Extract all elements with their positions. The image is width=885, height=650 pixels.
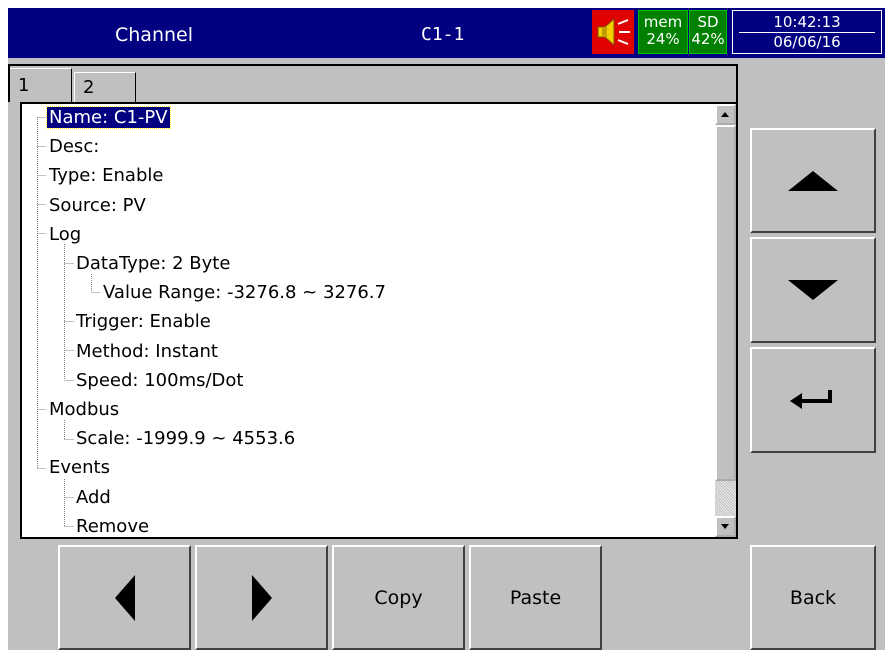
- tree-item[interactable]: Modbus: [47, 397, 121, 423]
- tree-item[interactable]: Method: Instant: [74, 339, 220, 365]
- tree-item-label: Speed: 100ms/Dot: [76, 369, 244, 391]
- memory-status: mem 24%: [638, 10, 688, 54]
- speaker-alarm-icon[interactable]: [592, 10, 634, 54]
- up-button[interactable]: [750, 128, 876, 233]
- tree-item[interactable]: Type: Enable: [47, 163, 165, 189]
- triangle-up-icon: [788, 170, 838, 191]
- triangle-right-icon: [251, 574, 272, 621]
- sd-label: SD: [697, 13, 719, 31]
- copy-button[interactable]: Copy: [332, 545, 465, 650]
- tree-item[interactable]: DataType: 2 Byte: [74, 251, 232, 277]
- clock: 10:42:13 06/06/16: [732, 10, 882, 54]
- scroll-thumb[interactable]: [715, 125, 736, 481]
- scroll-down-arrow-icon[interactable]: [715, 516, 736, 537]
- tab-2[interactable]: 2: [74, 72, 136, 102]
- tree-item[interactable]: Remove: [74, 514, 151, 537]
- header-bar: Channel C1-1 mem 24% SD 42% 10:42:13 06/…: [8, 8, 885, 58]
- tree-item[interactable]: Name: C1-PV: [46, 105, 171, 131]
- enter-arrow-icon: [790, 390, 832, 409]
- app-window: Channel C1-1 mem 24% SD 42% 10:42:13 06/…: [8, 8, 885, 650]
- tab-bar: 1 2: [8, 64, 738, 102]
- tree-item[interactable]: Add: [74, 485, 113, 511]
- back-button[interactable]: Back: [750, 545, 876, 650]
- tree-item-label: Events: [49, 457, 110, 479]
- tree-item[interactable]: Trigger: Enable: [74, 309, 213, 335]
- tree-item[interactable]: Scale: -1999.9 ~ 4553.6: [74, 426, 297, 452]
- tree-item-label: Scale: -1999.9 ~ 4553.6: [76, 428, 296, 450]
- tab-1[interactable]: 1: [10, 68, 72, 102]
- right-button[interactable]: [195, 545, 328, 650]
- tree-item[interactable]: Value Range: -3276.8 ~ 3276.7: [101, 280, 388, 306]
- sd-value: 42%: [691, 30, 725, 48]
- tree-items: Name: C1-PV Desc: Type: Enable Source: PV Lo…: [22, 104, 715, 537]
- tree-item[interactable]: Events: [47, 455, 112, 481]
- tree-item-label: Remove: [76, 515, 150, 537]
- page-title: Channel: [115, 24, 194, 46]
- down-button[interactable]: [750, 237, 876, 343]
- mem-label: mem: [643, 13, 683, 31]
- tree-item[interactable]: Log: [47, 222, 83, 248]
- tree-item-label: Method: Instant: [76, 340, 218, 362]
- enter-button[interactable]: [750, 347, 876, 453]
- triangle-left-icon: [114, 574, 135, 621]
- left-button[interactable]: [58, 545, 191, 650]
- tree-item-label: Trigger: Enable: [76, 311, 211, 333]
- channel-id: C1-1: [421, 24, 465, 45]
- vertical-scrollbar[interactable]: [715, 104, 736, 537]
- tree-item-label: Add: [76, 486, 111, 508]
- clock-date: 06/06/16: [739, 32, 875, 51]
- tree-item[interactable]: Desc:: [47, 134, 101, 160]
- scroll-up-arrow-icon[interactable]: [715, 104, 736, 125]
- tree-item-label: DataType: 2 Byte: [76, 253, 231, 274]
- tree-item-label: Name: C1-PV: [46, 106, 171, 129]
- tree-item-label: Type: Enable: [49, 165, 164, 187]
- triangle-down-icon: [788, 280, 838, 300]
- tree-item-label: Modbus: [49, 399, 120, 420]
- mem-value: 24%: [646, 30, 680, 48]
- tree-item-label: Desc:: [49, 136, 100, 158]
- channel-tree-view[interactable]: Name: C1-PV Desc: Type: Enable Source: PV Lo…: [20, 102, 738, 539]
- tree-item-label: Value Range: -3276.8 ~ 3276.7: [103, 282, 386, 304]
- sd-status: SD 42%: [689, 10, 727, 54]
- tree-item[interactable]: Speed: 100ms/Dot: [74, 368, 245, 394]
- clock-time: 10:42:13: [773, 13, 841, 31]
- scroll-track[interactable]: [715, 481, 736, 516]
- paste-button[interactable]: Paste: [469, 545, 602, 650]
- tree-item[interactable]: Source: PV: [47, 193, 148, 219]
- tree-item-label: Log: [49, 223, 82, 245]
- tree-item-label: Source: PV: [49, 194, 146, 216]
